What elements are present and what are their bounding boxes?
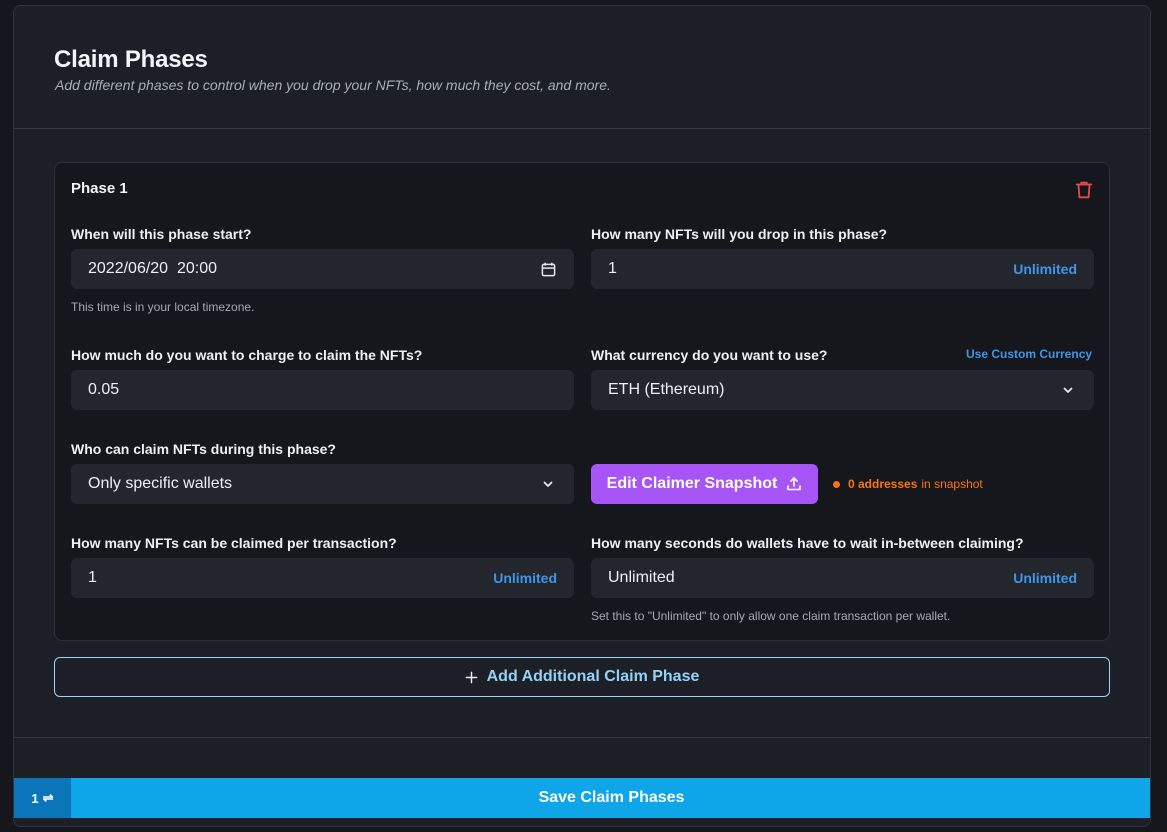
plus-icon: [465, 671, 478, 684]
price-value: 0.05: [88, 381, 120, 398]
snapshot-suffix: in snapshot: [921, 477, 983, 491]
wait-unlimited-button[interactable]: Unlimited: [1013, 570, 1077, 586]
per-tx-label: How many NFTs can be claimed per transac…: [71, 535, 397, 551]
claimers-label: Who can claim NFTs during this phase?: [71, 441, 336, 457]
snapshot-count: 0 addresses: [848, 477, 918, 491]
transaction-count: 1: [31, 790, 39, 806]
claimers-select[interactable]: Only specific wallets: [71, 464, 574, 504]
per-tx-input[interactable]: 1 Unlimited: [71, 558, 574, 598]
calendar-icon[interactable]: [539, 260, 557, 278]
drop-count-unlimited-button[interactable]: Unlimited: [1013, 261, 1077, 277]
start-label: When will this phase start?: [71, 226, 252, 242]
start-help: This time is in your local timezone.: [71, 300, 255, 314]
swap-arrows-icon: ⇌: [42, 790, 54, 805]
currency-label: What currency do you want to use?: [591, 347, 828, 363]
start-datetime-input[interactable]: 2022/06/20 20:00: [71, 249, 574, 289]
save-bar: 1 ⇌ Save Claim Phases: [14, 778, 1150, 818]
drop-count-value: 1: [608, 260, 617, 277]
upload-icon: [786, 476, 802, 492]
divider: [14, 737, 1150, 738]
per-tx-unlimited-button[interactable]: Unlimited: [493, 570, 557, 586]
save-claim-phases-button[interactable]: Save Claim Phases: [71, 778, 1150, 818]
drop-count-label: How many NFTs will you drop in this phas…: [591, 226, 888, 242]
panel-header: Claim Phases Add different phases to con…: [14, 6, 1150, 129]
edit-claimer-snapshot-button[interactable]: Edit Claimer Snapshot: [591, 464, 818, 504]
wait-label: How many seconds do wallets have to wait…: [591, 535, 1024, 551]
price-input[interactable]: 0.05: [71, 370, 574, 410]
wait-input[interactable]: Unlimited Unlimited: [591, 558, 1094, 598]
wait-help: Set this to "Unlimited" to only allow on…: [591, 609, 951, 623]
transaction-counter[interactable]: 1 ⇌: [14, 778, 71, 818]
page-title: Claim Phases: [54, 46, 208, 73]
edit-claimer-snapshot-label: Edit Claimer Snapshot: [606, 475, 778, 492]
claimers-selected: Only specific wallets: [88, 475, 233, 492]
drop-count-input[interactable]: 1 Unlimited: [591, 249, 1094, 289]
currency-select[interactable]: ETH (Ethereum): [591, 370, 1094, 410]
status-dot: [833, 480, 840, 488]
custom-currency-link[interactable]: Use Custom Currency: [966, 347, 1092, 361]
chevron-down-icon: [1059, 381, 1077, 399]
start-datetime-value: 2022/06/20 20:00: [88, 260, 218, 277]
currency-selected: ETH (Ethereum): [608, 381, 725, 398]
trash-icon[interactable]: [1073, 179, 1095, 201]
claim-phases-panel: Claim Phases Add different phases to con…: [13, 5, 1151, 827]
page-subtitle: Add different phases to control when you…: [55, 77, 611, 93]
wait-value: Unlimited: [608, 569, 675, 586]
per-tx-value: 1: [88, 569, 97, 586]
snapshot-status: 0 addresses in snapshot: [833, 477, 983, 491]
add-claim-phase-label: Add Additional Claim Phase: [486, 668, 700, 685]
phase-title: Phase 1: [71, 180, 128, 197]
price-label: How much do you want to charge to claim …: [71, 347, 423, 363]
add-claim-phase-button[interactable]: Add Additional Claim Phase: [54, 657, 1110, 697]
chevron-down-icon: [539, 475, 557, 493]
phase-card: Phase 1 When will this phase start? 2022…: [54, 162, 1110, 641]
